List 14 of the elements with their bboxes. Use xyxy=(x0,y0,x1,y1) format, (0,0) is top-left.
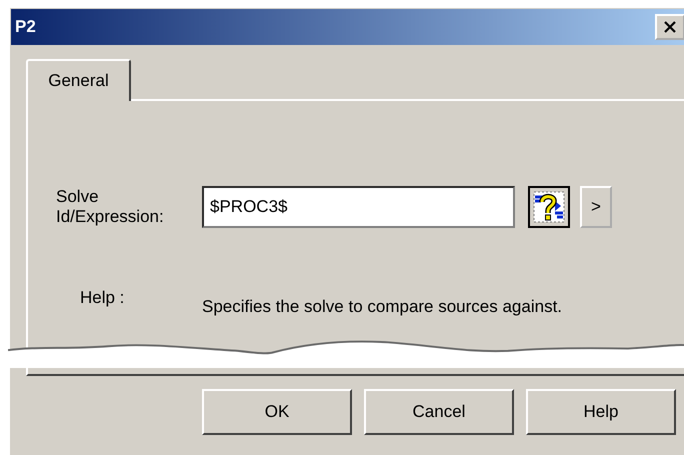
help-label: Help : xyxy=(79,288,126,308)
cancel-button[interactable]: Cancel xyxy=(364,389,514,435)
help-button[interactable]: Help xyxy=(526,389,676,435)
more-button[interactable]: > xyxy=(580,186,612,228)
ok-button[interactable]: OK xyxy=(202,389,352,435)
field-label: Solve Id/Expression: xyxy=(56,187,165,227)
close-icon xyxy=(663,21,677,33)
help-picker-button[interactable] xyxy=(528,186,570,228)
tab[interactable]: General xyxy=(26,59,131,101)
input-field[interactable]: $PROC3$ xyxy=(202,186,515,228)
help-text: Specifies the solve to compare sources against. xyxy=(202,296,564,318)
window-title: P2 xyxy=(15,17,36,37)
close-button[interactable] xyxy=(655,14,684,40)
question-mark-icon xyxy=(533,191,565,223)
